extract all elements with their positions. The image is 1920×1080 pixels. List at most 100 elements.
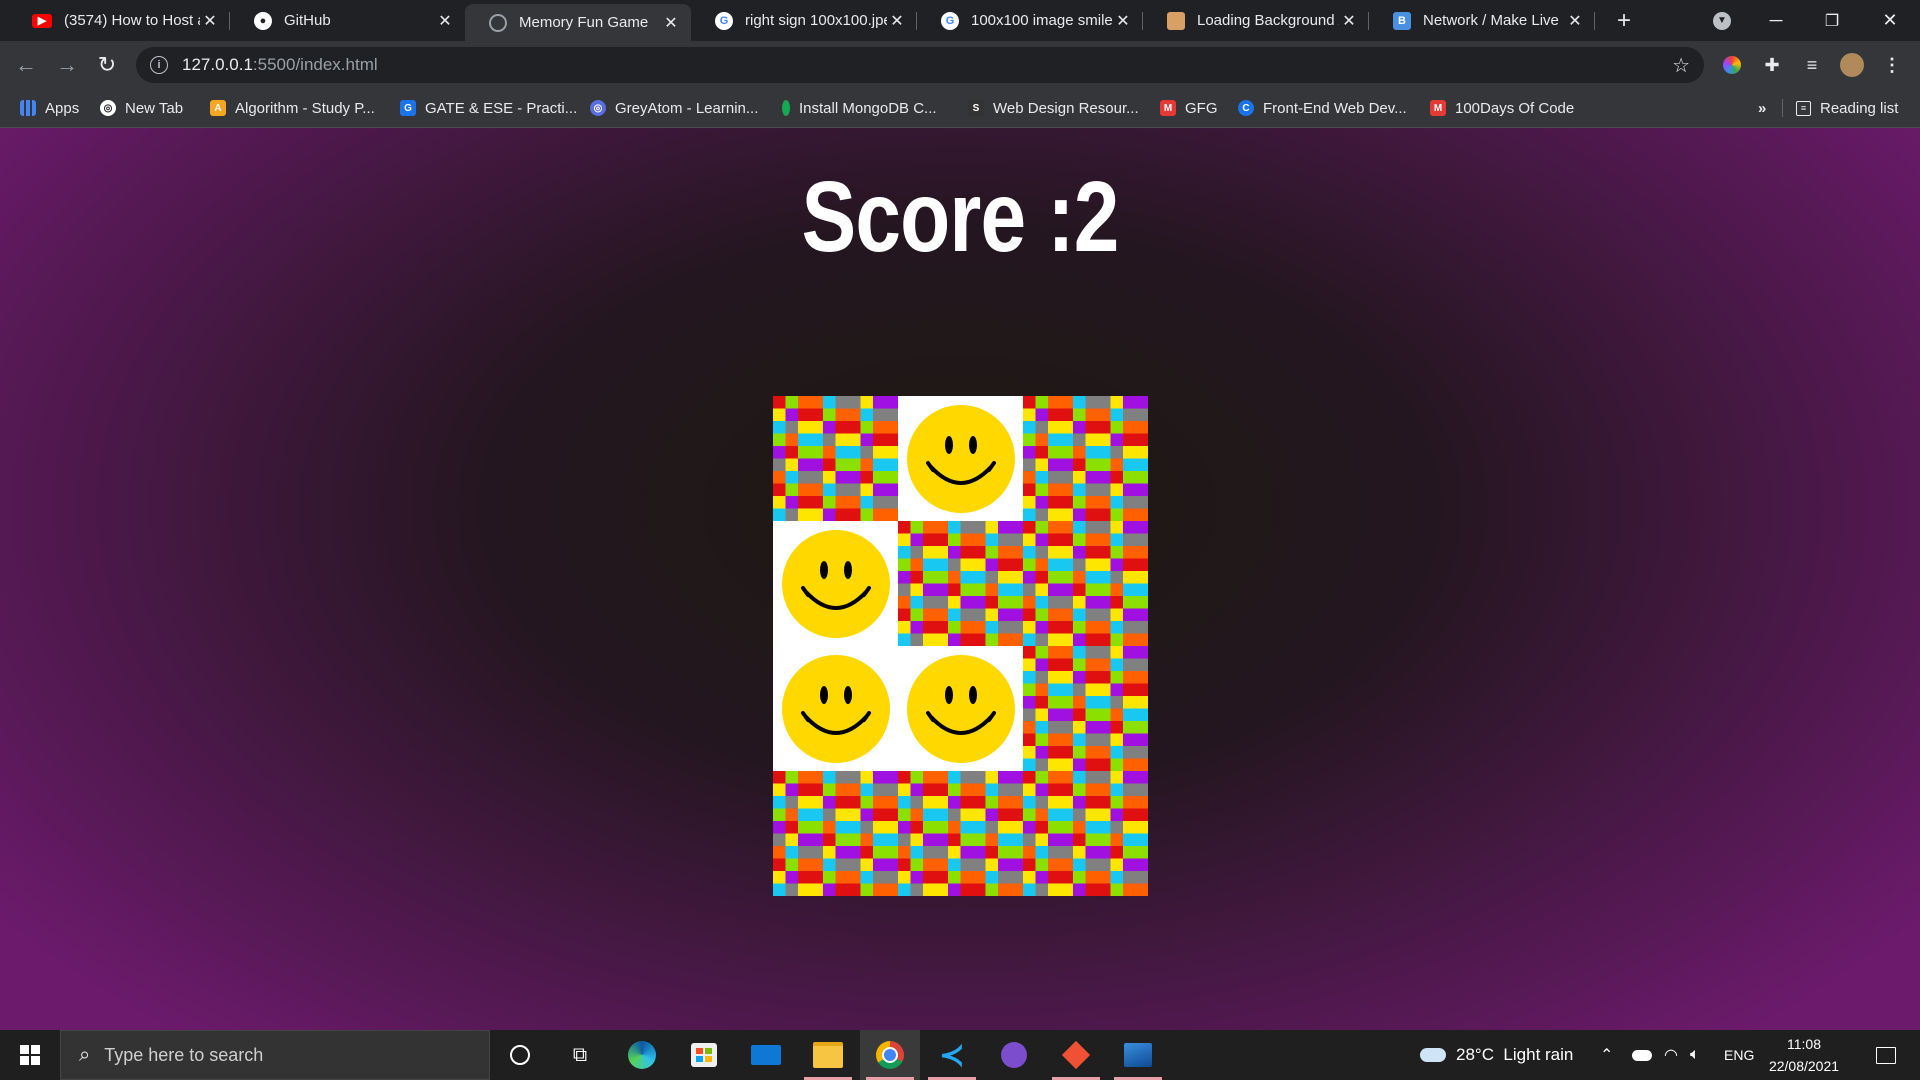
card-back-pattern: [1023, 771, 1148, 896]
edge-icon[interactable]: [612, 1030, 672, 1080]
bookmark-algorithm[interactable]: A Algorithm - Study P...: [210, 89, 375, 127]
card-face-down[interactable]: [773, 396, 898, 521]
tab-smile-image[interactable]: G 100x100 image smile ✕: [917, 0, 1143, 41]
bookmark-label: Reading list: [1820, 99, 1899, 117]
language-indicator[interactable]: ENG: [1724, 1030, 1754, 1080]
tab-right-sign[interactable]: G right sign 100x100.jpe ✕: [691, 0, 917, 41]
github-desktop-icon[interactable]: [984, 1030, 1044, 1080]
bookmark-label: 100Days Of Code: [1455, 99, 1575, 117]
card-grid: [773, 396, 1148, 896]
reading-list-button[interactable]: ≡ Reading list: [1796, 89, 1898, 127]
bookmark-apps[interactable]: Apps: [20, 89, 79, 127]
start-button[interactable]: [0, 1030, 60, 1080]
media-control-icon[interactable]: ≡: [1800, 53, 1824, 77]
bookmark-star-icon[interactable]: ☆: [1672, 53, 1690, 78]
chrome-icon[interactable]: [860, 1030, 920, 1080]
bookmark-front-end[interactable]: C Front-End Web Dev...: [1238, 89, 1407, 127]
address-bar[interactable]: i 127.0.0.1:5500/index.html ☆: [136, 47, 1704, 83]
onedrive-icon[interactable]: [1632, 1030, 1652, 1080]
taskbar-search-box[interactable]: ⌕ Type here to search: [60, 1030, 490, 1080]
card-face-down[interactable]: [898, 771, 1023, 896]
bootstrap-icon: B: [1393, 11, 1411, 30]
card-face-down[interactable]: [773, 771, 898, 896]
file-explorer-icon[interactable]: [798, 1030, 858, 1080]
search-icon: ⌕: [79, 1043, 91, 1066]
tab-search-icon[interactable]: ▼: [1696, 0, 1748, 41]
close-icon[interactable]: ✕: [661, 13, 681, 33]
reload-icon[interactable]: ↻: [91, 49, 123, 81]
bookmark-greyatom[interactable]: ◎ GreyAtom - Learnin...: [590, 89, 758, 127]
volume-icon[interactable]: 🔈︎: [1690, 1030, 1700, 1080]
show-hidden-icons[interactable]: ⌃: [1600, 1030, 1613, 1080]
bookmark-label: GFG: [1185, 99, 1218, 117]
algorithm-icon: A: [210, 100, 226, 116]
close-icon[interactable]: ✕: [887, 11, 907, 31]
tab-title: (3574) How to Host a: [64, 12, 200, 29]
close-icon[interactable]: ✕: [1339, 11, 1359, 31]
tab-loading-background[interactable]: Loading Background / ✕: [1143, 0, 1369, 41]
close-icon[interactable]: ✕: [435, 11, 455, 31]
more-menu-icon[interactable]: ⋮: [1880, 53, 1904, 77]
window-close-icon[interactable]: ✕: [1864, 0, 1916, 41]
close-icon[interactable]: ✕: [1565, 11, 1585, 31]
tab-title: GitHub: [284, 12, 331, 29]
url-text: 127.0.0.1:5500/index.html: [182, 55, 378, 75]
tab-divider: [1594, 12, 1595, 30]
store-icon[interactable]: [674, 1030, 734, 1080]
bookmark-mongodb[interactable]: Install MongoDB C...: [782, 89, 937, 127]
extensions-puzzle-icon[interactable]: ✚: [1760, 53, 1784, 77]
card-face-down[interactable]: [1023, 521, 1148, 646]
cortana-icon[interactable]: [490, 1030, 550, 1080]
weather-text: 28°C Light rain: [1456, 1045, 1574, 1064]
tab-strip: ▶ (3574) How to Host a ✕ ● GitHub ✕ Memo…: [0, 0, 1920, 41]
bookmarks-overflow-button[interactable]: »: [1758, 89, 1766, 127]
search-placeholder: Type here to search: [104, 1044, 264, 1065]
browser-toolbar: ← → ↻ i 127.0.0.1:5500/index.html ☆ ✚ ≡ …: [0, 41, 1920, 89]
card-face-up[interactable]: [773, 521, 898, 646]
new-tab-button[interactable]: +: [1598, 0, 1650, 41]
wifi-icon[interactable]: ◠: [1664, 1030, 1678, 1080]
tab-memory-fun-game[interactable]: Memory Fun Game ✕: [465, 4, 691, 41]
info-icon[interactable]: i: [150, 56, 168, 74]
git-icon[interactable]: [1046, 1030, 1106, 1080]
color-extension-icon[interactable]: [1720, 53, 1744, 77]
bookmark-new-tab[interactable]: ◎ New Tab: [100, 89, 183, 127]
card-face-up[interactable]: [898, 646, 1023, 771]
card-face-down[interactable]: [898, 521, 1023, 646]
greyatom-icon: ◎: [590, 100, 606, 116]
tab-youtube[interactable]: ▶ (3574) How to Host a ✕: [8, 0, 230, 41]
clock[interactable]: 11:08 22/08/2021: [1764, 1030, 1844, 1080]
vscode-icon[interactable]: ≺: [922, 1030, 982, 1080]
avatar[interactable]: [1840, 53, 1864, 77]
tab-network[interactable]: B Network / Make Live ✕: [1369, 0, 1595, 41]
bookmark-gfg[interactable]: M GFG: [1160, 89, 1218, 127]
mail-icon[interactable]: [736, 1030, 796, 1080]
card-face-down[interactable]: [1023, 646, 1148, 771]
image-icon: [1167, 11, 1185, 30]
bookmark-label: New Tab: [125, 99, 184, 117]
card-face-up[interactable]: [773, 646, 898, 771]
task-view-icon[interactable]: ⧉: [550, 1030, 610, 1080]
mongodb-icon: [782, 100, 790, 116]
minimize-icon[interactable]: ─: [1750, 0, 1802, 41]
bookmark-100days[interactable]: M 100Days Of Code: [1430, 89, 1574, 127]
notification-icon[interactable]: [1866, 1030, 1906, 1080]
photos-icon[interactable]: [1108, 1030, 1168, 1080]
forward-icon[interactable]: →: [51, 49, 83, 81]
card-face-up[interactable]: [898, 396, 1023, 521]
card-back-pattern: [898, 521, 1023, 646]
close-icon[interactable]: ✕: [200, 11, 220, 31]
bookmark-label: Install MongoDB C...: [799, 99, 937, 117]
tab-github[interactable]: ● GitHub ✕: [230, 0, 465, 41]
score-display: Score :2: [801, 161, 1119, 273]
bookmark-web-design[interactable]: S Web Design Resour...: [968, 89, 1139, 127]
back-icon[interactable]: ←: [10, 49, 42, 81]
card-face-down[interactable]: [1023, 771, 1148, 896]
bookmark-gate-ese[interactable]: G GATE & ESE - Practi...: [400, 89, 577, 127]
card-face-down[interactable]: [1023, 396, 1148, 521]
close-icon[interactable]: ✕: [1113, 11, 1133, 31]
card-back-pattern: [773, 396, 898, 521]
restore-icon[interactable]: ❐: [1806, 0, 1858, 41]
cloud-rain-icon: [1420, 1048, 1446, 1062]
weather-widget[interactable]: 28°C Light rain: [1420, 1030, 1573, 1080]
